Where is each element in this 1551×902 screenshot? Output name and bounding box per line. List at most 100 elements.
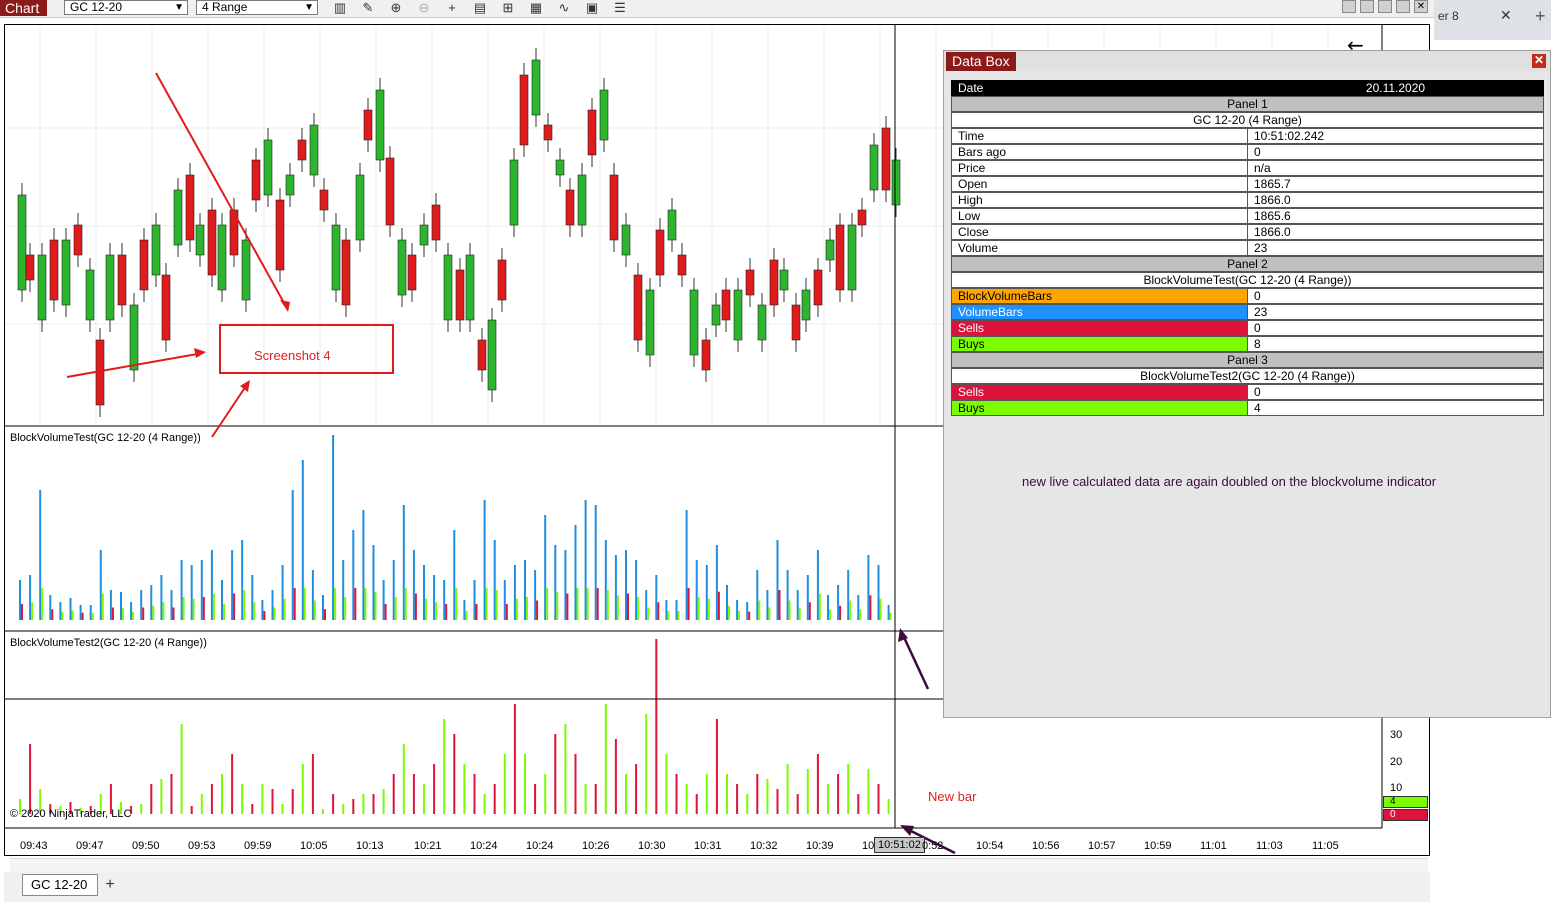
candle-body xyxy=(465,254,475,321)
candle-body xyxy=(37,254,47,321)
panel1-row: High 1866.0 xyxy=(951,192,1544,208)
candle-body xyxy=(309,124,319,176)
candle-body xyxy=(779,269,789,291)
panel3-header: Panel 3 xyxy=(951,352,1544,368)
candle-body xyxy=(385,157,395,226)
candle-body xyxy=(355,174,365,241)
panel1-key: Bars ago xyxy=(951,144,1247,160)
candle-body xyxy=(881,127,891,191)
panel2-row: BlockVolumeBars 0 xyxy=(951,288,1544,304)
candle-body xyxy=(555,159,565,176)
panel2-row: VolumeBars 23 xyxy=(951,304,1544,320)
candle-body xyxy=(677,254,687,276)
time-tick-label: 10:24 xyxy=(470,840,498,852)
candle-body xyxy=(375,89,385,161)
candle-body xyxy=(285,174,295,196)
panel2-value: 23 xyxy=(1247,304,1544,320)
candle-body xyxy=(319,189,329,211)
panel1-row: Close 1866.0 xyxy=(951,224,1544,240)
time-tick-label: 10:59 xyxy=(1144,840,1172,852)
candle-body xyxy=(161,274,171,341)
panel1-key: Time xyxy=(951,128,1247,144)
candle-body xyxy=(577,174,587,226)
panel3-key: Buys xyxy=(951,400,1247,416)
panel1-value: 23 xyxy=(1247,240,1544,256)
candle-body xyxy=(497,259,507,301)
candle-body xyxy=(825,239,835,261)
time-tick-label: 11:05 xyxy=(1312,840,1339,852)
candle-body xyxy=(509,159,519,226)
candle-body xyxy=(139,239,149,291)
panel3-key: Sells xyxy=(951,384,1247,400)
panel3-value: 4 xyxy=(1247,400,1544,416)
arrow-head-2 xyxy=(194,348,206,358)
candle-body xyxy=(151,224,161,276)
panel3-label: BlockVolumeTest2(GC 12-20 (4 Range)) xyxy=(10,637,207,649)
candle-body xyxy=(129,304,139,371)
candle-body xyxy=(85,269,95,321)
screenshot-label: Screenshot 4 xyxy=(254,348,331,363)
candle-body xyxy=(701,339,711,371)
time-tick-label: 10:57 xyxy=(1088,840,1116,852)
time-tick-label: 09:47 xyxy=(76,840,104,852)
panel1-key: Close xyxy=(951,224,1247,240)
price-badge-buys: 4 xyxy=(1383,796,1428,808)
panel1-row: Low 1865.6 xyxy=(951,208,1544,224)
panel1-row: Price n/a xyxy=(951,160,1544,176)
panel1-value: 0 xyxy=(1247,144,1544,160)
arrow-head-3 xyxy=(240,380,250,392)
candle-body xyxy=(173,189,183,246)
candle-body xyxy=(419,224,429,246)
candle-body xyxy=(25,254,35,281)
candle-body xyxy=(207,209,217,276)
candle-body xyxy=(275,199,285,271)
candle-body xyxy=(791,304,801,341)
chart-tab-gc[interactable]: GC 12-20 xyxy=(22,874,98,896)
time-tick-label: 09:50 xyxy=(132,840,160,852)
candle-body xyxy=(847,224,857,291)
candle-body xyxy=(397,239,407,296)
candle-body xyxy=(869,144,879,191)
time-tick-label: 10:54 xyxy=(976,840,1004,852)
time-tick-label: 09:53 xyxy=(188,840,216,852)
panel3-sub: BlockVolumeTest2(GC 12-20 (4 Range)) xyxy=(951,368,1544,384)
y-tick-20: 20 xyxy=(1390,756,1403,768)
panel1-value: 1865.7 xyxy=(1247,176,1544,192)
candle-body xyxy=(733,289,743,341)
panel3-row: Sells 0 xyxy=(951,384,1544,400)
horizontal-scrollbar[interactable] xyxy=(10,858,1428,872)
panel3-value: 0 xyxy=(1247,384,1544,400)
candle-body xyxy=(263,139,273,196)
data-box-titlebar[interactable]: Data Box ✕ xyxy=(944,51,1550,71)
candle-body xyxy=(745,269,755,296)
panel1-key: Price xyxy=(951,160,1247,176)
panel1-row: Bars ago 0 xyxy=(951,144,1544,160)
arrow-head-5 xyxy=(900,825,914,836)
candle-body xyxy=(117,254,127,306)
panel1-header: Panel 1 xyxy=(951,96,1544,112)
candle-body xyxy=(73,224,83,256)
copyright-text: © 2020 NinjaTrader, LLC xyxy=(10,808,132,820)
candle-body xyxy=(645,289,655,356)
block-volume2-bars xyxy=(19,639,890,814)
annotation-note: new live calculated data are again doubl… xyxy=(1022,474,1437,489)
bottom-tab-bar xyxy=(4,872,1430,902)
candle-body xyxy=(195,224,205,256)
candle-body xyxy=(531,59,541,116)
panel1-value: 1866.0 xyxy=(1247,224,1544,240)
close-icon[interactable]: ✕ xyxy=(1532,54,1546,68)
candle-body xyxy=(543,124,553,141)
annotation-arrow-3 xyxy=(211,382,249,438)
add-tab-button[interactable]: + xyxy=(100,876,120,894)
candle-body xyxy=(667,209,677,241)
panel1-key: Low xyxy=(951,208,1247,224)
candle-body xyxy=(185,174,195,241)
annotation-arrow-4 xyxy=(900,632,930,690)
panel2-value: 0 xyxy=(1247,288,1544,304)
panel2-value: 0 xyxy=(1247,320,1544,336)
panel2-row: Sells 0 xyxy=(951,320,1544,336)
panel2-key: BlockVolumeBars xyxy=(951,288,1247,304)
block-volume-bars xyxy=(19,435,892,620)
date-value: 20.11.2020 xyxy=(1247,80,1544,96)
time-tick-label: 09:59 xyxy=(244,840,272,852)
